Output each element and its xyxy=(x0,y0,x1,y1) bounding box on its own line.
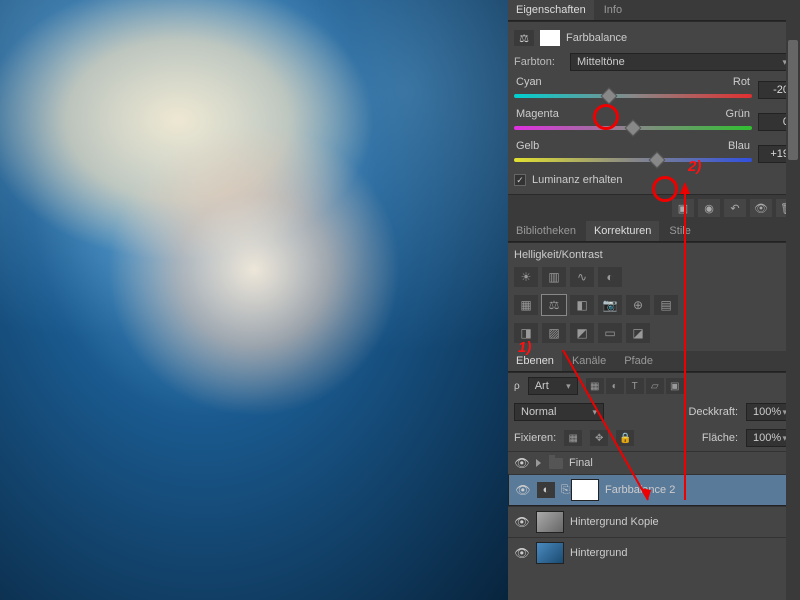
slider-right-label: Blau xyxy=(728,140,750,152)
invert-icon[interactable]: ◨ xyxy=(514,323,538,343)
adjustments-panel: Helligkeit/Kontrast ☀ ▥ ∿ ◐ ▦ ⚖ ◧ 📷 ⊕ ▤ … xyxy=(508,242,800,351)
preserve-luminosity-label: Luminanz erhalten xyxy=(532,174,623,186)
lock-all-icon[interactable]: 🔒 xyxy=(616,430,634,446)
properties-tabs: Eigenschaften Info xyxy=(508,0,800,21)
exposure-icon[interactable]: ◐ xyxy=(598,267,622,287)
tab-eigenschaften[interactable]: Eigenschaften xyxy=(508,0,594,20)
tab-stile[interactable]: Stile xyxy=(661,221,698,241)
tab-bibliotheken[interactable]: Bibliotheken xyxy=(508,221,584,241)
properties-panel: ⚖ Farbbalance Farbton: Mitteltöne Cyan Ro… xyxy=(508,21,800,194)
vibrance-icon[interactable]: ▦ xyxy=(514,295,538,315)
adjustment-subtitle: Helligkeit/Kontrast xyxy=(514,247,794,263)
layer-thumb[interactable] xyxy=(536,542,564,564)
layers-panel: ρ Art ▦ ◐ T ▱ ▣ Normal Deckkraft: 100% F… xyxy=(508,372,800,568)
adjustments-grid: ☀ ▥ ∿ ◐ ▦ ⚖ ◧ 📷 ⊕ ▤ ◨ ▨ ◩ ▭ ◪ xyxy=(514,263,794,347)
layer-row[interactable]: 👁 Hintergrund Kopie xyxy=(508,506,800,537)
clip-icon[interactable]: ▣ xyxy=(672,199,694,217)
preserve-luminosity-checkbox[interactable]: ✓ Luminanz erhalten xyxy=(514,170,794,190)
image-canvas xyxy=(0,0,508,600)
filter-type-icon[interactable]: T xyxy=(626,378,644,394)
filter-pixel-icon[interactable]: ▦ xyxy=(586,378,604,394)
layer-filter-select[interactable]: Art xyxy=(528,377,578,395)
filter-adj-icon[interactable]: ◐ xyxy=(606,378,624,394)
visibility-eye-icon[interactable]: 👁 xyxy=(514,515,530,529)
bw-icon[interactable]: ◧ xyxy=(570,295,594,315)
check-icon: ✓ xyxy=(514,174,526,186)
panel-scrollbar[interactable] xyxy=(786,0,800,600)
tone-label: Farbton: xyxy=(514,56,564,68)
disclosure-triangle-icon[interactable] xyxy=(536,459,541,467)
slider-0[interactable] xyxy=(514,90,752,102)
photo-filter-icon[interactable]: 📷 xyxy=(598,295,622,315)
adjustment-layer-icon: ◐ xyxy=(537,482,555,498)
reset-icon[interactable]: ↶ xyxy=(724,199,746,217)
fill-label: Fläche: xyxy=(702,432,738,444)
properties-footer: ▣ ◉ ↶ 👁 🗑 xyxy=(508,194,800,221)
lock-label: Fixieren: xyxy=(514,432,556,444)
threshold-icon[interactable]: ◩ xyxy=(570,323,594,343)
layer-row[interactable]: 👁 ◐ ⎘ Farbbalance 2 xyxy=(508,474,800,506)
visibility-icon[interactable]: 👁 xyxy=(750,199,772,217)
layer-row[interactable]: 👁 Final xyxy=(508,451,800,474)
tab-kanaele[interactable]: Kanäle xyxy=(564,351,614,371)
layer-name[interactable]: Hintergrund Kopie xyxy=(570,516,794,528)
layer-thumb[interactable] xyxy=(536,511,564,533)
slider-2[interactable] xyxy=(514,154,752,166)
mask-thumb[interactable] xyxy=(571,479,599,501)
lookup-icon[interactable]: ▤ xyxy=(654,295,678,315)
blend-mode-select[interactable]: Normal xyxy=(514,403,604,421)
tab-korrekturen[interactable]: Korrekturen xyxy=(586,221,659,241)
selective-color-icon[interactable]: ◪ xyxy=(626,323,650,343)
visibility-eye-icon[interactable]: 👁 xyxy=(514,456,530,470)
side-panels: Eigenschaften Info ⚖ Farbbalance Farbton… xyxy=(508,0,800,600)
opacity-label: Deckkraft: xyxy=(688,406,738,418)
visibility-eye-icon[interactable]: 👁 xyxy=(515,483,531,497)
filter-shape-icon[interactable]: ▱ xyxy=(646,378,664,394)
layer-name[interactable]: Hintergrund xyxy=(570,547,794,559)
gradient-map-icon[interactable]: ▭ xyxy=(598,323,622,343)
link-icon: ⎘ xyxy=(561,484,565,497)
lock-pixels-icon[interactable]: ▦ xyxy=(564,430,582,446)
brightness-icon[interactable]: ☀ xyxy=(514,267,538,287)
adjustments-tabs: Bibliotheken Korrekturen Stile xyxy=(508,221,800,242)
posterize-icon[interactable]: ▨ xyxy=(542,323,566,343)
filter-smart-icon[interactable]: ▣ xyxy=(666,378,684,394)
slider-right-label: Rot xyxy=(733,76,750,88)
tab-ebenen[interactable]: Ebenen xyxy=(508,351,562,371)
slider-right-label: Grün xyxy=(726,108,750,120)
tab-info[interactable]: Info xyxy=(596,0,630,20)
layer-name[interactable]: Final xyxy=(569,457,794,469)
layer-row[interactable]: 👁 Hintergrund xyxy=(508,537,800,568)
mask-thumb-icon xyxy=(540,30,560,46)
layer-name[interactable]: Farbbalance 2 xyxy=(605,484,782,496)
folder-icon xyxy=(549,458,563,469)
slider-left-label: Cyan xyxy=(516,76,542,88)
lock-position-icon[interactable]: ✥ xyxy=(590,430,608,446)
tab-pfade[interactable]: Pfade xyxy=(616,351,661,371)
color-balance-icon[interactable]: ⚖ xyxy=(542,295,566,315)
levels-icon[interactable]: ▥ xyxy=(542,267,566,287)
layers-tabs: Ebenen Kanäle Pfade xyxy=(508,351,800,372)
slider-left-label: Gelb xyxy=(516,140,539,152)
curves-icon[interactable]: ∿ xyxy=(570,267,594,287)
view-prev-icon[interactable]: ◉ xyxy=(698,199,720,217)
adjustment-title: Farbbalance xyxy=(566,32,627,44)
channel-mixer-icon[interactable]: ⊕ xyxy=(626,295,650,315)
slider-1[interactable] xyxy=(514,122,752,134)
balance-scale-icon: ⚖ xyxy=(514,30,534,46)
layer-list: 👁 Final 👁 ◐ ⎘ Farbbalance 2 👁 Hintergrund Kopie… xyxy=(508,451,800,568)
slider-left-label: Magenta xyxy=(516,108,559,120)
visibility-eye-icon[interactable]: 👁 xyxy=(514,546,530,560)
tone-select[interactable]: Mitteltöne xyxy=(570,53,794,71)
